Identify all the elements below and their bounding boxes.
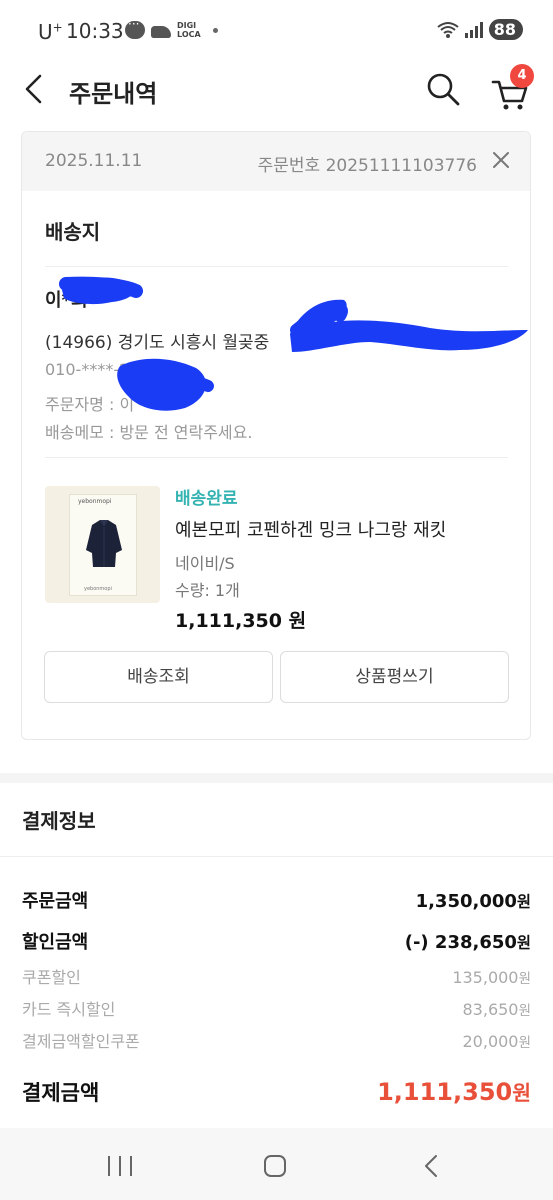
order-amount-value: 1,350,000원 bbox=[415, 891, 531, 912]
coupon-discount-value: 135,000원 bbox=[452, 968, 531, 987]
payment-coupon-row: 결제금액할인쿠폰 20,000원 bbox=[22, 1028, 531, 1052]
payment-section-title: 결제정보 bbox=[22, 809, 96, 833]
card-discount-row: 카드 즉시할인 83,650원 bbox=[22, 996, 531, 1020]
discount-amount-label: 할인금액 bbox=[22, 932, 89, 953]
payment-coupon-value: 20,000원 bbox=[462, 1032, 532, 1051]
recipient-phone: 010-****-2 bbox=[45, 360, 130, 379]
coupon-discount-label: 쿠폰할인 bbox=[22, 968, 81, 987]
close-icon bbox=[493, 152, 509, 168]
delivery-status: 배송완료 bbox=[175, 489, 238, 509]
order-card-header: 2025.11.11 주문번호 20251111103776 bbox=[22, 132, 530, 191]
shipping-section-title: 배송지 bbox=[45, 220, 101, 244]
battery-icon: 88 bbox=[488, 19, 523, 40]
delete-order-button[interactable] bbox=[490, 149, 512, 171]
signal-icon bbox=[464, 21, 483, 38]
page-title: 주문내역 bbox=[69, 80, 158, 108]
orderer-name: 주문자명 : 이 bbox=[45, 395, 135, 414]
total-payment-label: 결제금액 bbox=[22, 1081, 100, 1105]
product-name[interactable]: 예본모피 코펜하겐 밍크 나그랑 재킷 bbox=[175, 516, 446, 542]
section-separator bbox=[0, 773, 553, 783]
order-amount-row: 주문금액 1,350,000원 bbox=[22, 887, 531, 913]
card-discount-value: 83,650원 bbox=[462, 1000, 532, 1019]
cart-button[interactable]: 4 bbox=[490, 64, 534, 112]
recipient-name: 이*희 bbox=[45, 290, 88, 311]
chevron-left-icon bbox=[25, 74, 42, 104]
order-number: 주문번호 20251111103776 bbox=[257, 156, 477, 176]
discount-amount-row: 할인금액 (-) 238,650원 bbox=[22, 928, 531, 954]
thumb-footer-logo: yebonmopi bbox=[84, 586, 112, 592]
home-button[interactable] bbox=[264, 1155, 286, 1177]
chevron-left-icon bbox=[425, 1155, 437, 1177]
product-image: yebonmopi yebonmopi bbox=[69, 494, 137, 596]
delivery-memo: 배송메모 : 방문 전 연락주세요. bbox=[45, 423, 253, 442]
notification-icons: DIGILOCA bbox=[125, 17, 218, 39]
coupon-discount-row: 쿠폰할인 135,000원 bbox=[22, 964, 531, 988]
total-payment-value: 1,111,350원 bbox=[377, 1078, 531, 1106]
shipping-address: (14966) 경기도 시흥시 월곶중 bbox=[45, 333, 270, 353]
system-back-button[interactable] bbox=[420, 1154, 444, 1178]
track-delivery-button[interactable]: 배송조회 bbox=[44, 651, 273, 703]
order-amount-label: 주문금액 bbox=[22, 891, 89, 912]
shoe-app-icon bbox=[151, 26, 171, 38]
discount-amount-value: (-) 238,650원 bbox=[404, 932, 531, 953]
system-icons: 88 bbox=[437, 19, 523, 40]
back-button[interactable] bbox=[20, 72, 50, 106]
digiloca-icon: DIGI LOCA bbox=[177, 21, 201, 39]
product-quantity: 수량: 1개 bbox=[175, 581, 240, 600]
jacket-image-icon bbox=[86, 520, 122, 567]
divider bbox=[45, 457, 508, 458]
product-price: 1,111,350 원 bbox=[175, 610, 307, 632]
app-header: 주문내역 4 bbox=[0, 60, 553, 118]
recent-apps-button[interactable] bbox=[108, 1156, 132, 1176]
divider bbox=[45, 266, 508, 267]
card-discount-label: 카드 즉시할인 bbox=[22, 1000, 116, 1019]
order-card: 2025.11.11 주문번호 20251111103776 배송지 이*희 (… bbox=[21, 131, 531, 740]
product-thumbnail[interactable]: yebonmopi yebonmopi bbox=[45, 486, 160, 603]
search-icon bbox=[427, 73, 460, 106]
clock: 10:33 bbox=[66, 19, 124, 43]
payment-coupon-label: 결제금액할인쿠폰 bbox=[22, 1032, 140, 1051]
product-option: 네이비/S bbox=[175, 554, 235, 573]
carrier-label: U+ bbox=[38, 20, 63, 44]
wifi-icon bbox=[437, 21, 459, 38]
write-review-button[interactable]: 상품평쓰기 bbox=[280, 651, 509, 703]
total-payment-row: 결제금액 1,111,350원 bbox=[22, 1076, 531, 1107]
order-date: 2025.11.11 bbox=[45, 151, 143, 171]
cart-count-badge: 4 bbox=[510, 64, 534, 88]
message-icon bbox=[125, 17, 145, 39]
search-button[interactable] bbox=[424, 70, 462, 108]
status-bar: U+ 10:33 DIGILOCA 88 bbox=[0, 0, 553, 60]
more-notifications-dot-icon bbox=[212, 27, 218, 33]
divider bbox=[0, 856, 553, 857]
